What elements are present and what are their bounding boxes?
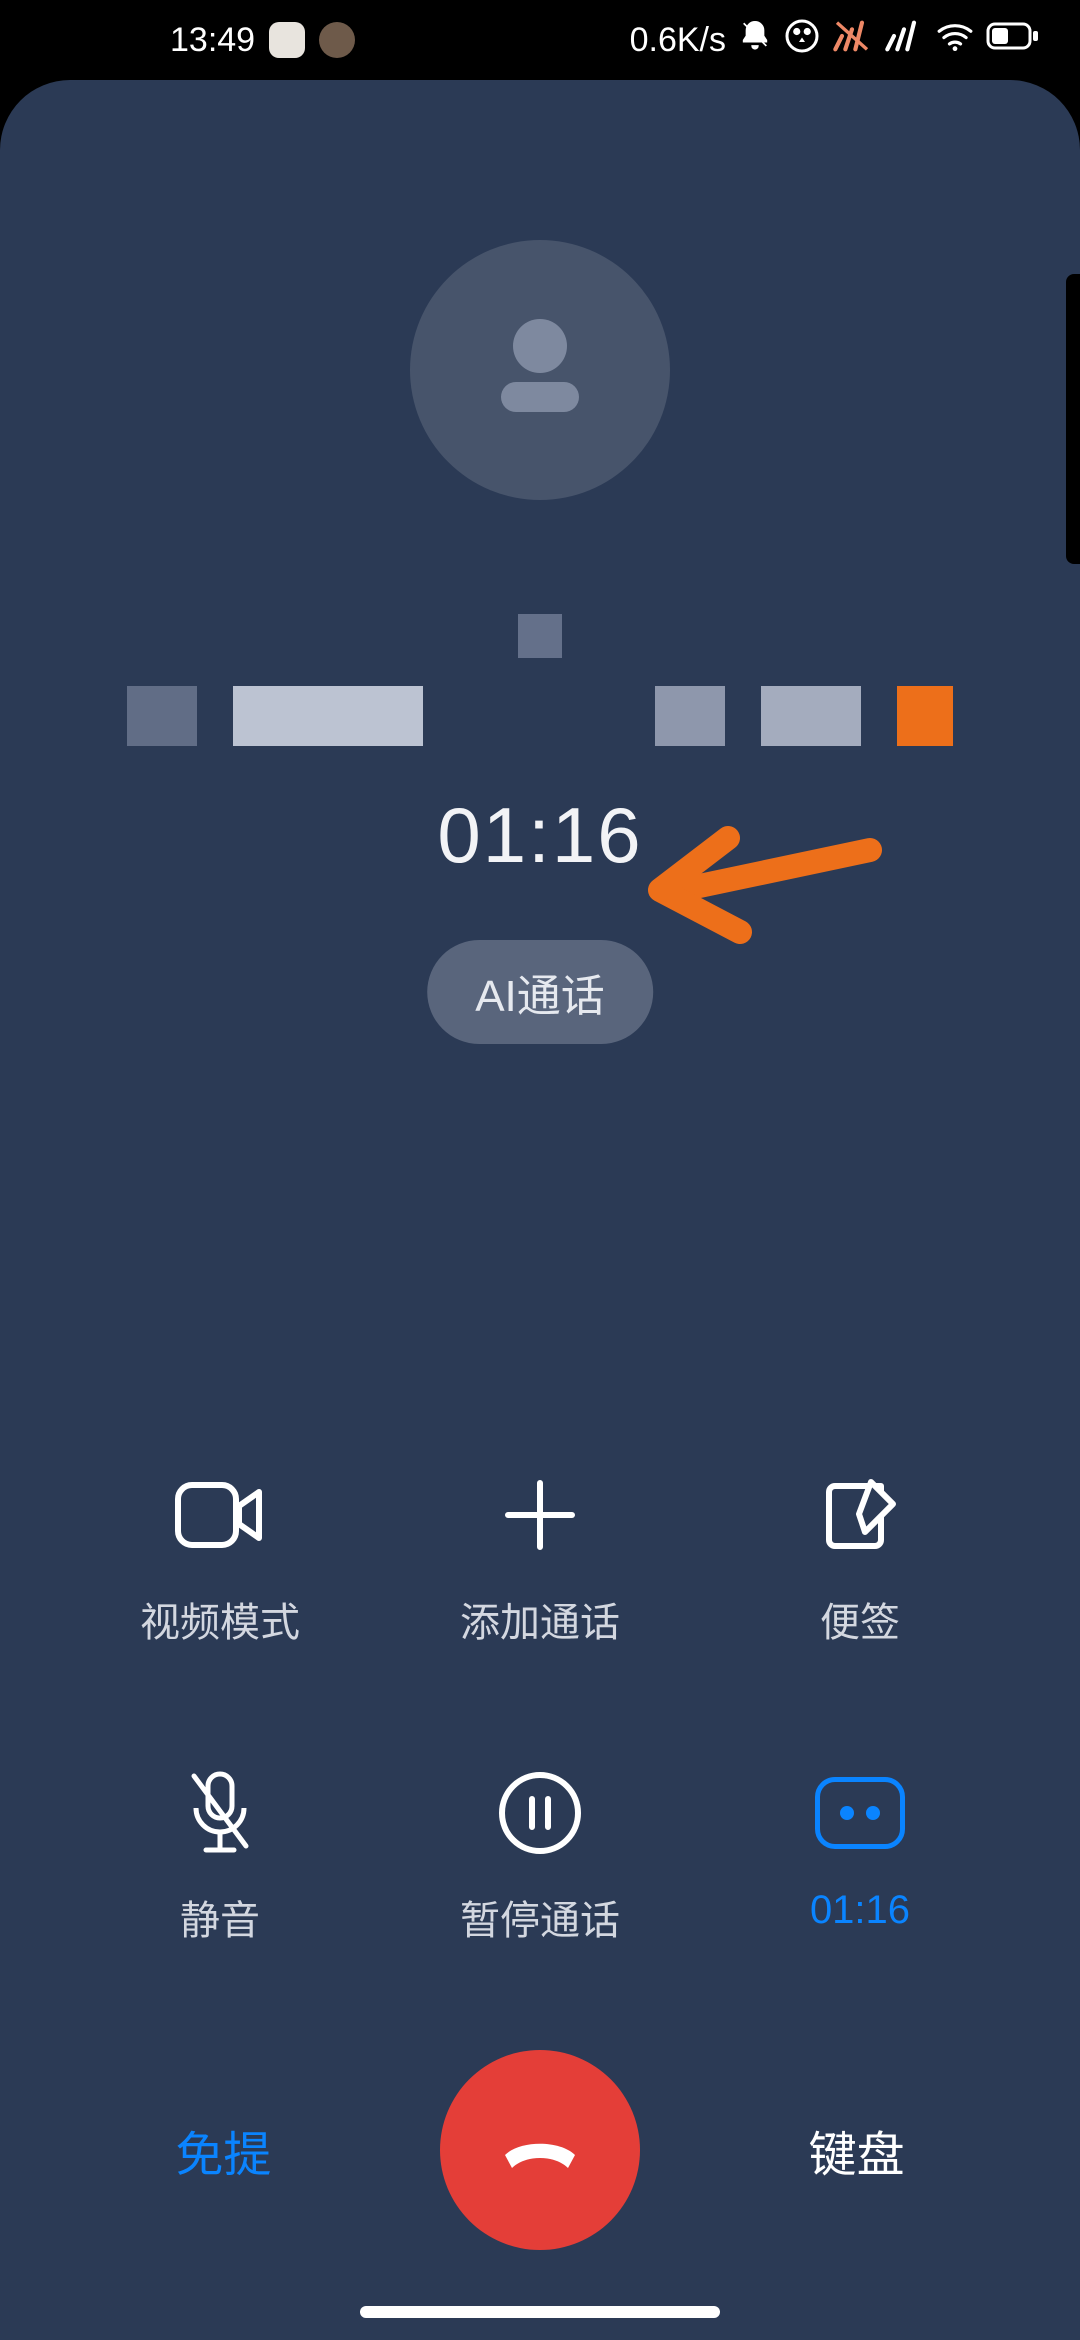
notes-label: 便签	[820, 1590, 900, 1648]
person-icon	[465, 295, 615, 445]
status-app-icon-1	[269, 22, 305, 58]
keypad-label: 键盘	[809, 2129, 905, 2182]
redact-block-orange	[897, 686, 953, 746]
status-time: 13:49	[170, 21, 255, 60]
contact-name-redacted	[0, 680, 1080, 752]
redact-block	[233, 686, 423, 746]
mute-label: 静音	[180, 1888, 260, 1946]
record-time-label: 01:16	[810, 1888, 910, 1933]
face-icon	[784, 18, 820, 63]
hangup-button[interactable]	[440, 2050, 640, 2250]
add-call-button[interactable]: 添加通话	[380, 1470, 700, 1648]
add-call-label: 添加通话	[460, 1590, 620, 1648]
status-bar: 13:49 0.6K/s	[0, 0, 1080, 80]
keypad-button[interactable]: 键盘	[707, 2115, 1007, 2185]
side-scroll-indicator	[1066, 274, 1080, 564]
hold-button[interactable]: 暂停通话	[380, 1768, 700, 1946]
annotation-arrow-icon	[620, 820, 890, 960]
signal-2-icon	[884, 19, 924, 62]
wifi-icon	[936, 19, 974, 62]
notes-button[interactable]: 便签	[700, 1470, 1020, 1648]
video-mode-button[interactable]: 视频模式	[60, 1470, 380, 1648]
avatar	[410, 240, 670, 500]
call-duration: 01:16	[0, 790, 1080, 881]
status-left: 13:49	[170, 21, 355, 60]
video-mode-label: 视频模式	[140, 1590, 300, 1648]
ai-call-label: AI通话	[475, 972, 605, 1021]
recording-icon	[815, 1768, 905, 1858]
redacted-marker	[518, 614, 562, 658]
battery-icon	[986, 21, 1040, 60]
hold-label: 暂停通话	[460, 1888, 620, 1946]
status-right: 0.6K/s	[630, 18, 1040, 63]
call-screen: 01:16 AI通话 视频模式 添加通话 便签	[0, 80, 1080, 2340]
status-network-speed: 0.6K/s	[630, 21, 726, 60]
home-indicator[interactable]	[360, 2306, 720, 2318]
pause-circle-icon	[495, 1768, 585, 1858]
note-edit-icon	[815, 1470, 905, 1560]
video-icon	[175, 1470, 265, 1560]
redact-gap	[459, 686, 619, 746]
mic-off-icon	[175, 1768, 265, 1858]
speaker-label: 免提	[175, 2129, 271, 2182]
call-actions-grid: 视频模式 添加通话 便签 静音 暂停通话	[0, 1470, 1080, 1946]
plus-icon	[495, 1470, 585, 1560]
redact-block	[655, 686, 725, 746]
redact-block	[761, 686, 861, 746]
status-app-icon-2	[319, 22, 355, 58]
redact-block	[127, 686, 197, 746]
record-button[interactable]: 01:16	[700, 1768, 1020, 1946]
phone-hangup-icon	[490, 2100, 590, 2200]
dnd-icon	[738, 19, 772, 62]
bottom-controls: 免提 键盘	[0, 2050, 1080, 2250]
mute-button[interactable]: 静音	[60, 1768, 380, 1946]
signal-1-icon	[832, 19, 872, 62]
ai-call-button[interactable]: AI通话	[427, 940, 653, 1044]
speaker-button[interactable]: 免提	[73, 2115, 373, 2185]
